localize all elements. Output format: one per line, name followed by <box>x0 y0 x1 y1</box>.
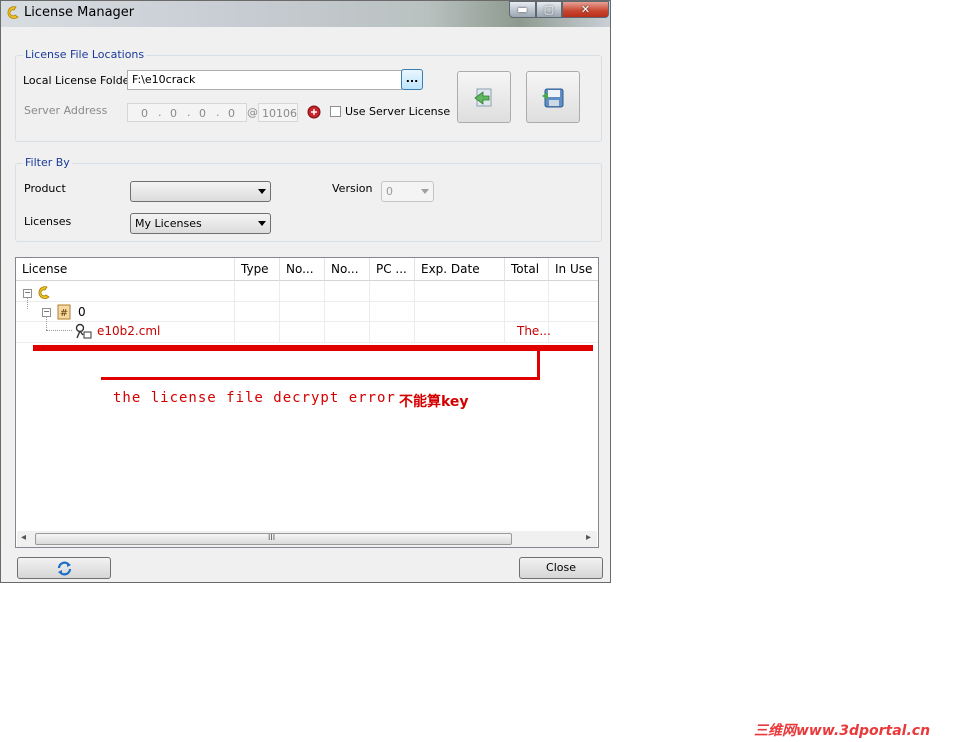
chevron-down-icon <box>421 189 429 194</box>
filter-group-title: Filter By <box>23 156 72 169</box>
title-bar[interactable]: License Manager ▬ ▢ ✕ <box>1 1 610 27</box>
close-button[interactable]: Close <box>519 557 603 579</box>
horizontal-scrollbar[interactable]: ◂ III ▸ <box>17 531 597 547</box>
server-port-input: 10106 <box>258 103 298 122</box>
app-logo-icon <box>7 6 19 19</box>
scroll-thumb[interactable]: III <box>35 533 512 545</box>
licenses-dropdown[interactable]: My Licenses <box>130 213 271 234</box>
scroll-left-icon[interactable]: ◂ <box>21 532 26 543</box>
hash-folder-icon: # <box>57 304 71 320</box>
svg-text:#: # <box>60 308 68 319</box>
close-window-button[interactable]: ✕ <box>562 1 609 18</box>
license-total-cell: The... <box>517 324 551 338</box>
license-locations-title: License File Locations <box>23 48 147 61</box>
scroll-right-icon[interactable]: ▸ <box>586 532 591 543</box>
annotation-english: the license file decrypt error <box>113 390 396 406</box>
column-header-exp-date[interactable]: Exp. Date <box>415 258 505 281</box>
licenses-label: Licenses <box>24 215 72 228</box>
refresh-button[interactable] <box>17 557 111 579</box>
port-at-sign: @ <box>247 106 258 119</box>
license-file-name[interactable]: e10b2.cml <box>97 324 160 338</box>
refresh-icon <box>57 561 72 576</box>
local-folder-input[interactable]: F:\e10crack <box>127 70 402 90</box>
license-key-icon <box>75 323 92 339</box>
version-dropdown: 0 <box>381 181 434 202</box>
license-manager-window: License Manager ▬ ▢ ✕ License File Locat… <box>0 0 611 583</box>
product-dropdown[interactable] <box>130 181 271 202</box>
version-label: Version <box>332 182 373 195</box>
browse-folder-button[interactable]: ... <box>401 69 423 90</box>
column-header-in-use[interactable]: In Use <box>549 258 598 281</box>
server-ip-input: 0 . 0 . 0 . 0 <box>127 103 247 122</box>
column-header-no-1[interactable]: No... <box>280 258 325 281</box>
product-label: Product <box>24 182 66 195</box>
window-title: License Manager <box>24 5 135 20</box>
chevron-down-icon <box>258 189 266 194</box>
column-header-total[interactable]: Total <box>505 258 549 281</box>
annotation-bracket <box>101 377 540 380</box>
use-server-license-label[interactable]: Use Server License <box>345 105 450 118</box>
save-license-button[interactable] <box>526 71 580 123</box>
minimize-button[interactable]: ▬ <box>509 1 536 18</box>
annotation-underline <box>33 345 593 351</box>
use-server-license-checkbox[interactable] <box>330 106 341 117</box>
product-icon <box>38 286 50 299</box>
watermark: 三维网www.3dportal.cn <box>754 723 931 739</box>
filter-group <box>15 163 602 242</box>
server-address-label: Server Address <box>24 104 108 117</box>
annotation-connector <box>537 348 540 378</box>
column-header-pc[interactable]: PC ... <box>370 258 415 281</box>
tree-node-label[interactable]: 0 <box>78 305 86 319</box>
annotation-chinese: 不能算key <box>399 394 469 410</box>
import-license-button[interactable] <box>457 71 511 123</box>
grip-icon: III <box>268 533 276 542</box>
column-header-no-2[interactable]: No... <box>325 258 370 281</box>
license-locations-group <box>15 55 602 142</box>
maximize-button[interactable]: ▢ <box>536 1 562 18</box>
save-icon <box>542 88 564 108</box>
column-header-type[interactable]: Type <box>235 258 280 281</box>
column-header-license[interactable]: License <box>16 258 235 281</box>
local-folder-label: Local License Folder <box>23 74 134 87</box>
chevron-down-icon <box>258 221 266 226</box>
server-status-icon <box>307 105 321 119</box>
import-icon <box>474 88 492 107</box>
